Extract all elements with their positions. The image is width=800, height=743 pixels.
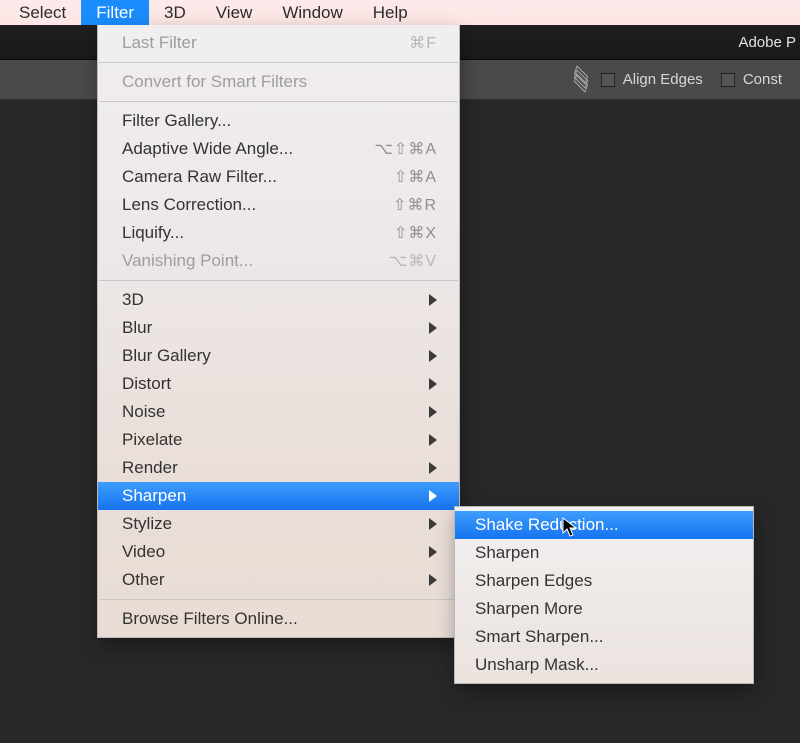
menu-label: Vanishing Point... (122, 251, 369, 271)
menu-label: Filter Gallery... (122, 111, 437, 131)
menu-item-camera-raw-filter[interactable]: Camera Raw Filter... ⇧⌘A (98, 163, 459, 191)
menu-separator (99, 280, 458, 281)
tool-preset-slot[interactable] (0, 61, 38, 99)
menu-label: Last Filter (122, 33, 369, 53)
menu-item-stylize-submenu[interactable]: Stylize (98, 510, 459, 538)
submenu-arrow-icon (429, 406, 437, 418)
menu-item-convert-smart-filters: Convert for Smart Filters (98, 68, 459, 96)
menubar-item-select[interactable]: Select (4, 0, 81, 26)
menubar-item-filter[interactable]: Filter (81, 0, 149, 26)
submenu-arrow-icon (429, 462, 437, 474)
menu-label: Render (122, 458, 419, 478)
submenu-arrow-icon (429, 546, 437, 558)
menu-label: Blur (122, 318, 419, 338)
menu-item-adaptive-wide-angle[interactable]: Adaptive Wide Angle... ⌥⇧⌘A (98, 135, 459, 163)
menu-item-render-submenu[interactable]: Render (98, 454, 459, 482)
menu-separator (99, 62, 458, 63)
menubar-item-view[interactable]: View (201, 0, 268, 26)
submenu-arrow-icon (429, 322, 437, 334)
menu-label: Stylize (122, 514, 419, 534)
menu-item-distort-submenu[interactable]: Distort (98, 370, 459, 398)
menu-item-3d-submenu[interactable]: 3D (98, 286, 459, 314)
menu-label: Liquify... (122, 223, 369, 243)
menu-label: Blur Gallery (122, 346, 419, 366)
menu-item-filter-gallery[interactable]: Filter Gallery... (98, 107, 459, 135)
submenu-item-smart-sharpen[interactable]: Smart Sharpen... (455, 623, 753, 651)
shortcut-label: ⌥⇧⌘A (369, 139, 437, 159)
menu-label: Smart Sharpen... (475, 627, 733, 647)
menu-item-sharpen-submenu[interactable]: Sharpen (98, 482, 459, 510)
menu-label: Sharpen (122, 486, 419, 506)
shortcut-label: ⌥⌘V (369, 251, 437, 271)
constrain-checkbox[interactable] (721, 73, 735, 87)
menu-label: Convert for Smart Filters (122, 72, 437, 92)
menu-label: Unsharp Mask... (475, 655, 733, 675)
menu-item-video-submenu[interactable]: Video (98, 538, 459, 566)
submenu-item-sharpen[interactable]: Sharpen (455, 539, 753, 567)
filter-menu: Last Filter ⌘F Convert for Smart Filters… (97, 25, 460, 638)
layers-align-icon[interactable] (563, 61, 601, 99)
menubar-item-3d[interactable]: 3D (149, 0, 201, 26)
menu-label: Sharpen Edges (475, 571, 733, 591)
menu-label: Distort (122, 374, 419, 394)
submenu-arrow-icon (429, 378, 437, 390)
submenu-item-sharpen-edges[interactable]: Sharpen Edges (455, 567, 753, 595)
menu-item-browse-filters-online[interactable]: Browse Filters Online... (98, 605, 459, 633)
menu-label: Lens Correction... (122, 195, 369, 215)
menu-label: 3D (122, 290, 419, 310)
submenu-item-unsharp-mask[interactable]: Unsharp Mask... (455, 651, 753, 679)
menu-item-blur-submenu[interactable]: Blur (98, 314, 459, 342)
menu-label: Camera Raw Filter... (122, 167, 369, 187)
shortcut-label: ⇧⌘A (369, 167, 437, 187)
constrain-option[interactable]: Const (721, 71, 782, 88)
menu-label: Noise (122, 402, 419, 422)
menu-label: Adaptive Wide Angle... (122, 139, 369, 159)
submenu-arrow-icon (429, 294, 437, 306)
menu-label: Sharpen (475, 543, 733, 563)
align-edges-option[interactable]: Align Edges (601, 71, 703, 88)
menu-label: Sharpen More (475, 599, 733, 619)
menu-label: Video (122, 542, 419, 562)
menu-item-lens-correction[interactable]: Lens Correction... ⇧⌘R (98, 191, 459, 219)
shortcut-label: ⇧⌘X (369, 223, 437, 243)
submenu-arrow-icon (429, 518, 437, 530)
submenu-item-sharpen-more[interactable]: Sharpen More (455, 595, 753, 623)
menubar: Select Filter 3D View Window Help (0, 0, 800, 25)
app-title: Adobe P (738, 34, 796, 51)
menu-item-last-filter: Last Filter ⌘F (98, 29, 459, 57)
menu-item-other-submenu[interactable]: Other (98, 566, 459, 594)
submenu-arrow-icon (429, 490, 437, 502)
submenu-arrow-icon (429, 350, 437, 362)
submenu-item-shake-reduction[interactable]: Shake Reduction... (455, 511, 753, 539)
menu-item-liquify[interactable]: Liquify... ⇧⌘X (98, 219, 459, 247)
menu-separator (99, 599, 458, 600)
menu-item-noise-submenu[interactable]: Noise (98, 398, 459, 426)
shortcut-label: ⌘F (369, 33, 437, 53)
submenu-arrow-icon (429, 574, 437, 586)
menu-item-pixelate-submenu[interactable]: Pixelate (98, 426, 459, 454)
align-edges-label: Align Edges (623, 71, 703, 88)
menu-label: Other (122, 570, 419, 590)
sharpen-submenu: Shake Reduction... Sharpen Sharpen Edges… (454, 506, 754, 684)
submenu-arrow-icon (429, 434, 437, 446)
menu-label: Pixelate (122, 430, 419, 450)
menu-separator (99, 101, 458, 102)
menu-label: Browse Filters Online... (122, 609, 437, 629)
constrain-label: Const (743, 71, 782, 88)
menu-label: Shake Reduction... (475, 515, 733, 535)
menubar-item-window[interactable]: Window (267, 0, 357, 26)
shortcut-label: ⇧⌘R (369, 195, 437, 215)
menu-item-blur-gallery-submenu[interactable]: Blur Gallery (98, 342, 459, 370)
align-edges-checkbox[interactable] (601, 73, 615, 87)
menu-item-vanishing-point: Vanishing Point... ⌥⌘V (98, 247, 459, 275)
menubar-item-help[interactable]: Help (358, 0, 423, 26)
